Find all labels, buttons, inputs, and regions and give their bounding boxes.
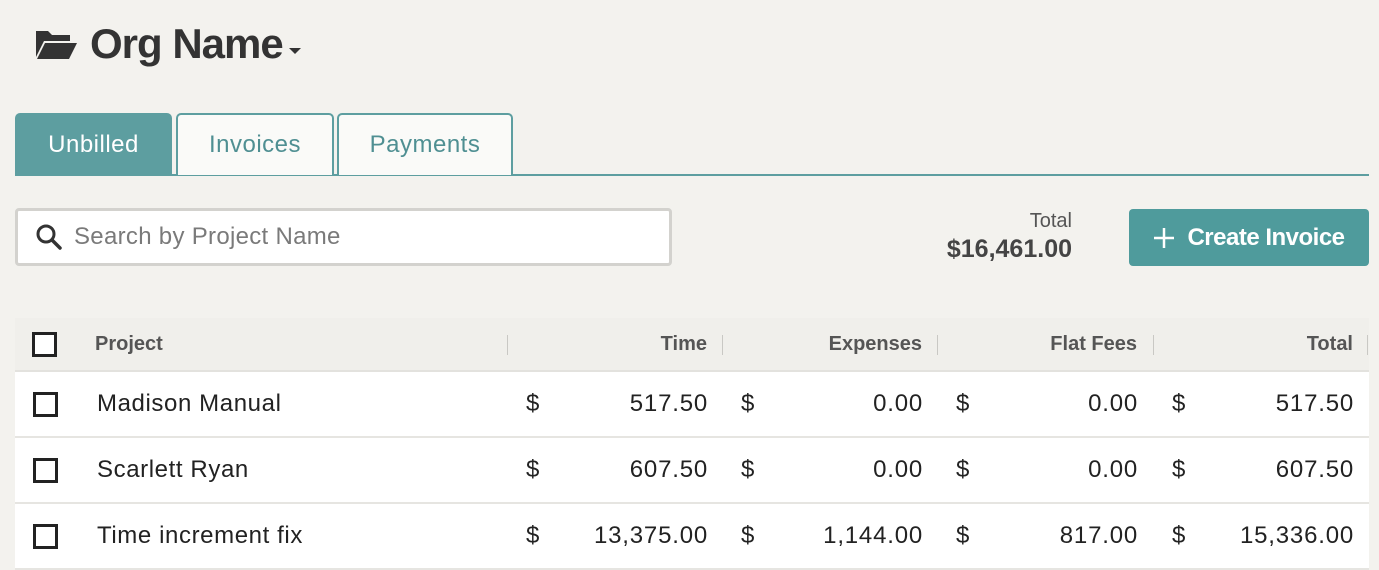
column-header-flat-fees[interactable]: Flat Fees: [1005, 318, 1137, 370]
currency-symbol: $: [956, 390, 970, 417]
column-divider[interactable]: [1153, 335, 1154, 355]
currency-symbol: $: [1172, 456, 1186, 483]
search-icon: [36, 224, 62, 250]
row-select-cell: [33, 504, 58, 568]
total-value: 517.50: [1275, 390, 1354, 417]
column-divider[interactable]: [1367, 335, 1368, 355]
select-all-checkbox[interactable]: [32, 331, 57, 357]
flat-fees-value: 0.00: [1088, 456, 1138, 483]
table-row[interactable]: Time increment fix $ 13,375.00 $ 1,144.0…: [15, 504, 1369, 570]
currency-symbol: $: [526, 522, 540, 549]
caret-down-icon[interactable]: [288, 48, 301, 54]
flat-fees-value: 0.00: [1088, 390, 1138, 417]
expenses-value: 0.00: [873, 390, 923, 417]
column-divider[interactable]: [937, 335, 938, 355]
currency-symbol: $: [956, 456, 970, 483]
time-value: 517.50: [629, 390, 708, 417]
time-value: 607.50: [629, 456, 708, 483]
folder-open-icon: [36, 31, 77, 59]
create-invoice-button[interactable]: Create Invoice: [1129, 209, 1369, 266]
currency-symbol: $: [741, 456, 755, 483]
project-name: Time increment fix: [97, 522, 303, 549]
row-select-cell: [33, 438, 58, 502]
flat-fees-value: 817.00: [1059, 522, 1138, 549]
currency-symbol: $: [741, 390, 755, 417]
currency-symbol: $: [526, 390, 540, 417]
row-checkbox[interactable]: [33, 523, 58, 549]
row-select-cell: [33, 372, 58, 436]
row-checkbox[interactable]: [33, 391, 58, 417]
column-header-time[interactable]: Time: [575, 318, 707, 370]
unbilled-total: Total $16,461.00: [947, 210, 1072, 264]
currency-symbol: $: [526, 456, 540, 483]
tab-payments[interactable]: Payments: [337, 113, 513, 175]
table-row[interactable]: Scarlett Ryan $ 607.50 $ 0.00 $ 0.00 $ 6…: [15, 438, 1369, 504]
unbilled-table: Project Time Expenses Flat Fees Total Ma…: [15, 318, 1369, 570]
tab-bar: Unbilled Invoices Payments: [15, 113, 1369, 176]
total-value: 15,336.00: [1240, 522, 1354, 549]
project-name: Scarlett Ryan: [97, 456, 249, 483]
column-divider[interactable]: [507, 335, 508, 355]
total-label: Total: [1029, 210, 1072, 232]
currency-symbol: $: [1172, 390, 1186, 417]
column-header-project[interactable]: Project: [95, 318, 163, 370]
total-value: 607.50: [1275, 456, 1354, 483]
plus-icon: [1154, 227, 1175, 248]
select-all-cell: [32, 318, 57, 370]
column-header-total[interactable]: Total: [1220, 318, 1353, 370]
expenses-value: 1,144.00: [823, 522, 923, 549]
table-row[interactable]: Madison Manual $ 517.50 $ 0.00 $ 0.00 $ …: [15, 372, 1369, 438]
column-header-expenses[interactable]: Expenses: [790, 318, 922, 370]
tab-unbilled[interactable]: Unbilled: [15, 113, 172, 175]
search-box: [15, 208, 672, 266]
column-divider[interactable]: [722, 335, 723, 355]
table-header: Project Time Expenses Flat Fees Total: [15, 318, 1369, 372]
tab-invoices[interactable]: Invoices: [176, 113, 334, 175]
expenses-value: 0.00: [873, 456, 923, 483]
time-value: 13,375.00: [594, 522, 708, 549]
project-name: Madison Manual: [97, 390, 282, 417]
search-input[interactable]: [74, 223, 634, 251]
create-invoice-label: Create Invoice: [1187, 223, 1345, 251]
page-header: Org Name: [34, 18, 301, 70]
currency-symbol: $: [1172, 522, 1186, 549]
row-checkbox[interactable]: [33, 457, 58, 483]
org-name[interactable]: Org Name: [90, 20, 284, 68]
currency-symbol: $: [741, 522, 755, 549]
currency-symbol: $: [956, 522, 970, 549]
total-value: $16,461.00: [946, 235, 1072, 263]
